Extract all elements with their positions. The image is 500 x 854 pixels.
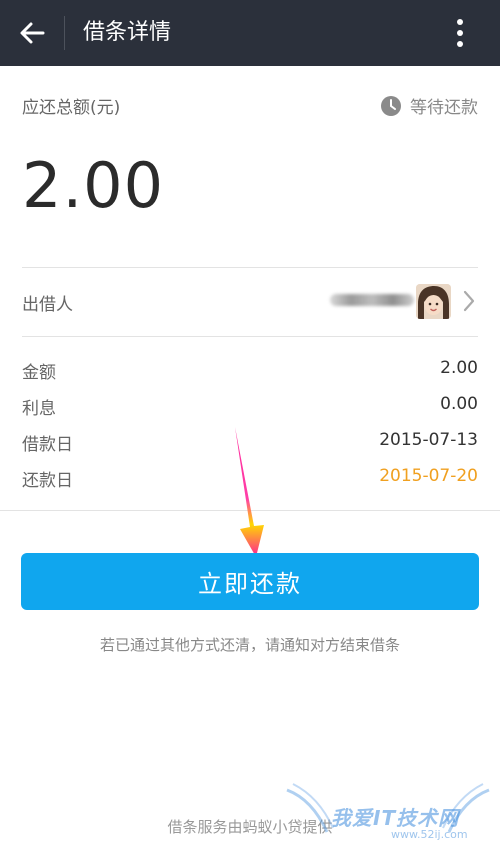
avatar xyxy=(416,284,451,319)
loan-status: 等待还款 xyxy=(380,93,478,118)
app-bar: 借条详情 xyxy=(0,0,500,66)
total-amount-label: 应还总额(元) xyxy=(22,98,121,118)
back-button[interactable] xyxy=(12,13,52,53)
total-amount-value: 2.00 xyxy=(22,149,165,222)
lender-label: 出借人 xyxy=(22,295,73,315)
watermark-url: www.52ij.com xyxy=(391,828,468,841)
detail-label-interest: 利息 xyxy=(22,399,56,419)
lender-name-redacted xyxy=(330,294,414,306)
detail-label-amount: 金额 xyxy=(22,363,56,383)
more-vertical-icon xyxy=(457,19,463,47)
arrow-left-icon xyxy=(20,22,45,44)
detail-value-interest: 0.00 xyxy=(440,394,478,414)
pay-now-button[interactable]: 立即还款 xyxy=(21,553,479,610)
watermark-text: 我爱IT技术网 xyxy=(331,806,460,830)
detail-value-amount: 2.00 xyxy=(440,358,478,378)
detail-label-borrow-date: 借款日 xyxy=(22,435,73,455)
clock-icon xyxy=(381,95,401,116)
detail-value-borrow-date: 2015-07-13 xyxy=(379,430,478,450)
status-text: 等待还款 xyxy=(410,98,478,118)
detail-value-due-date: 2015-07-20 xyxy=(379,466,478,486)
watermark: 我爱IT技术网 www.52ij.com xyxy=(283,776,493,848)
annotation-arrow xyxy=(235,427,264,557)
divider xyxy=(22,336,478,337)
appbar-divider xyxy=(64,16,65,50)
chevron-right-icon xyxy=(463,290,475,312)
detail-label-due-date: 还款日 xyxy=(22,471,73,491)
more-menu-button[interactable] xyxy=(440,13,480,53)
payment-hint: 若已通过其他方式还清，请通知对方结束借条 xyxy=(99,636,400,654)
page-title: 借条详情 xyxy=(83,20,172,45)
